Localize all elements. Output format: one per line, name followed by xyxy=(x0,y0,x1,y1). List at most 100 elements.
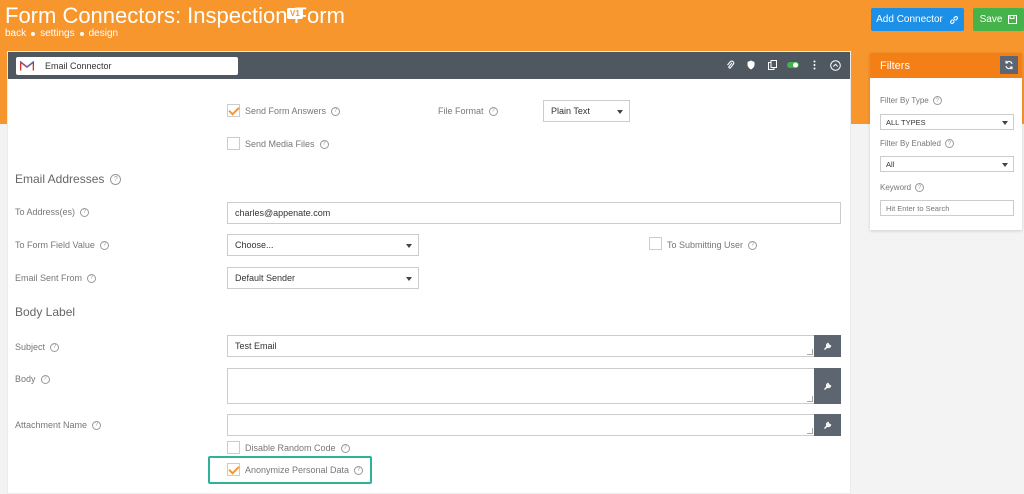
to-address-value: charles@appenate.com xyxy=(235,208,331,218)
help-icon[interactable]: ? xyxy=(915,183,925,192)
to-address-input[interactable]: charles@appenate.com xyxy=(227,202,841,224)
send-form-answers-label: Send Form Answers ? xyxy=(245,106,341,116)
send-media-files-checkbox[interactable] xyxy=(227,137,240,150)
breadcrumb-separator xyxy=(79,31,84,36)
to-submitting-user-text: To Submitting User xyxy=(667,240,744,250)
to-form-field-label: To Form Field Value ? xyxy=(15,240,109,250)
copy-icon[interactable] xyxy=(766,58,778,72)
keyword-label: Keyword ? xyxy=(880,183,925,192)
filter-enabled-text: Filter By Enabled xyxy=(880,139,941,148)
gmail-icon xyxy=(20,61,34,71)
to-submitting-user-checkbox[interactable] xyxy=(649,237,662,250)
collapse-icon[interactable] xyxy=(829,58,841,72)
filter-enabled-select[interactable]: All xyxy=(880,156,1014,172)
anonymize-personal-data-label: Anonymize Personal Data ? xyxy=(245,465,364,475)
wrench-icon xyxy=(823,342,831,350)
to-form-field-select[interactable]: Choose... xyxy=(227,234,419,256)
send-form-answers-checkbox[interactable] xyxy=(227,104,240,117)
body-label-title: Body Label xyxy=(15,305,76,319)
keyword-placeholder: Hit Enter to Search xyxy=(886,203,950,213)
body-text: Body xyxy=(15,374,36,384)
filters-panel: Filters Filter By Type ? ALL TYPES Filte… xyxy=(870,53,1022,230)
help-icon[interactable]: ? xyxy=(331,106,341,116)
save-label: Save xyxy=(979,14,1003,25)
email-sent-from-label: Email Sent From ? xyxy=(15,273,97,283)
resize-grip[interactable] xyxy=(807,428,813,434)
anonymize-personal-data-text: Anonymize Personal Data xyxy=(245,465,350,475)
subject-value: Test Email xyxy=(235,341,277,351)
attachment-name-input[interactable] xyxy=(227,414,815,436)
toolbar-icons xyxy=(724,58,841,72)
anonymize-personal-data-checkbox[interactable] xyxy=(227,463,240,476)
to-address-label: To Address(es) ? xyxy=(15,207,90,217)
add-connector-label: Add Connector xyxy=(876,14,943,25)
resize-grip[interactable] xyxy=(807,349,813,355)
toggle-icon[interactable] xyxy=(787,58,799,72)
more-vertical-icon[interactable] xyxy=(808,58,820,72)
email-addresses-heading: Email Addresses ? xyxy=(15,172,122,186)
help-icon[interactable]: ? xyxy=(340,443,350,453)
link-icon xyxy=(949,15,958,24)
breadcrumb-settings[interactable]: settings xyxy=(40,28,74,39)
help-icon[interactable]: ? xyxy=(40,374,50,384)
help-icon[interactable]: ? xyxy=(50,342,60,352)
disable-random-code-label: Disable Random Code ? xyxy=(245,443,350,453)
filter-type-select[interactable]: ALL TYPES xyxy=(880,114,1014,130)
refresh-button[interactable] xyxy=(1000,56,1018,74)
send-media-files-label: Send Media Files ? xyxy=(245,139,329,149)
help-icon[interactable]: ? xyxy=(87,273,97,283)
keyword-search-input[interactable]: Hit Enter to Search xyxy=(880,200,1014,216)
body-label: Body ? xyxy=(15,374,50,384)
filter-type-value: ALL TYPES xyxy=(886,117,926,127)
file-format-label: File Format ? xyxy=(438,106,498,116)
connector-name-field[interactable]: Email Connector xyxy=(16,57,238,75)
resize-grip[interactable] xyxy=(807,396,813,402)
email-addresses-title: Email Addresses xyxy=(15,172,105,186)
subject-label: Subject ? xyxy=(15,342,60,352)
help-icon[interactable]: ? xyxy=(488,106,498,116)
help-icon[interactable]: ? xyxy=(92,420,102,430)
version-badge: V1 xyxy=(287,8,303,19)
breadcrumb-design[interactable]: design xyxy=(89,28,118,39)
help-icon[interactable]: ? xyxy=(354,465,364,475)
attachment-wrench-button[interactable] xyxy=(814,414,841,436)
help-icon[interactable]: ? xyxy=(944,139,954,148)
disable-random-code-checkbox[interactable] xyxy=(227,441,240,454)
send-media-files-text: Send Media Files xyxy=(245,139,315,149)
help-icon[interactable]: ? xyxy=(110,173,122,185)
file-format-value: Plain Text xyxy=(551,106,590,116)
body-wrench-button[interactable] xyxy=(814,368,841,404)
disable-random-code-text: Disable Random Code xyxy=(245,443,336,453)
to-address-text: To Address(es) xyxy=(15,207,76,217)
help-icon[interactable]: ? xyxy=(319,139,329,149)
subject-wrench-button[interactable] xyxy=(814,335,841,357)
file-format-text: File Format xyxy=(438,106,484,116)
attachment-name-label: Attachment Name ? xyxy=(15,420,102,430)
help-icon[interactable]: ? xyxy=(80,207,90,217)
email-sent-from-value: Default Sender xyxy=(235,273,296,283)
to-form-field-text: To Form Field Value xyxy=(15,240,95,250)
connector-toolbar: Email Connector xyxy=(8,52,850,79)
add-connector-button[interactable]: Add Connector xyxy=(871,8,964,31)
save-icon xyxy=(1008,15,1018,24)
paperclip-icon[interactable] xyxy=(724,58,736,72)
save-button[interactable]: Save xyxy=(973,8,1024,31)
shield-icon[interactable] xyxy=(745,58,757,72)
file-format-select[interactable]: Plain Text xyxy=(543,100,630,122)
subject-input[interactable]: Test Email xyxy=(227,335,815,357)
body-textarea[interactable] xyxy=(227,368,815,404)
breadcrumb-back[interactable]: back xyxy=(5,28,26,39)
email-sent-from-select[interactable]: Default Sender xyxy=(227,267,419,289)
help-icon[interactable]: ? xyxy=(99,240,109,250)
email-sent-from-text: Email Sent From xyxy=(15,273,83,283)
filter-enabled-label: Filter By Enabled ? xyxy=(880,139,954,148)
filters-title: Filters xyxy=(880,59,910,72)
keyword-text: Keyword xyxy=(880,183,912,192)
help-icon[interactable]: ? xyxy=(748,240,758,250)
filter-type-label: Filter By Type ? xyxy=(880,96,942,105)
wrench-icon xyxy=(823,382,831,390)
help-icon[interactable]: ? xyxy=(932,96,942,105)
filter-type-text: Filter By Type xyxy=(880,96,929,105)
filter-enabled-value: All xyxy=(886,159,895,169)
to-form-field-value: Choose... xyxy=(235,240,274,250)
